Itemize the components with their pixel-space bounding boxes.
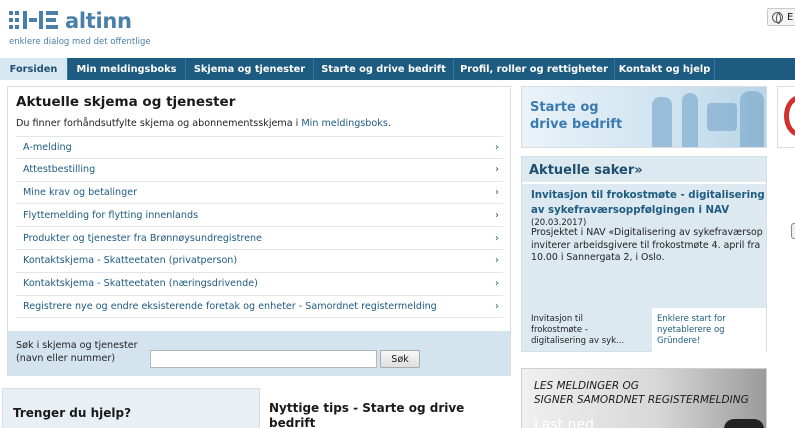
logo-text: altinn [65,9,132,33]
service-link-flyttemelding[interactable]: Flyttemelding for flytting innenlands › [16,204,503,228]
starte-bedrift-banner[interactable]: Starte og drive bedrift [521,86,767,148]
service-label: Kontaktskjema - Skatteetaten (privatpers… [23,255,238,267]
ad-script-text: Last ned [534,417,594,428]
red-ring-icon [784,95,795,137]
chair-icon [707,103,737,131]
nav-profil-roller-rettigheter[interactable]: Profil, roller og rettigheter [454,58,615,80]
partial-banner[interactable] [777,86,795,148]
tagline: enklere dialog med det offentlige [9,37,151,47]
chevron-right-icon: › [495,278,499,290]
service-link-samordnet[interactable]: Registrere nye og endre eksisterende for… [16,296,503,319]
language-selector[interactable]: E [767,8,795,26]
help-title: Trenger du hjelp? [13,406,132,420]
news-article-link[interactable]: Invitasjon til frokostmøte - digitaliser… [531,188,767,218]
service-label: A-melding [23,141,72,153]
service-link-kontakt-privat[interactable]: Kontaktskjema - Skatteetaten (privatpers… [16,250,503,273]
service-label: Mine krav og betalinger [23,186,138,198]
phone-icon [724,419,764,428]
service-search: Søk i skjema og tjenester (navn eller nu… [8,331,510,376]
chevron-right-icon: › [495,232,499,244]
news-body: Prosjektet i NAV «Digitalisering av syke… [531,227,763,264]
news-divider [522,182,766,184]
chevron-right-icon: › [495,300,499,312]
chevron-right-icon: › [495,186,499,198]
help-panel: Trenger du hjelp? [2,388,260,428]
news-panel: Aktuelle saker» Invitasjon til frokostmø… [521,156,767,352]
news-heading[interactable]: Aktuelle saker» [529,163,643,178]
service-label: Flyttemelding for flytting innenlands [23,209,199,221]
nav-skjema-og-tjenester[interactable]: Skjema og tjenester [186,58,314,80]
ad-text: LES MELDINGER OG SIGNER SAMORDNET REGIST… [534,380,749,406]
overlay-toggle-icon[interactable] [791,223,795,239]
person-figure-icon [682,93,698,147]
service-label: Produkter og tjenester fra Brønnøysundre… [23,232,262,244]
person-figure-icon [652,97,672,147]
altinn-logo-mark-icon [9,10,59,32]
min-meldingsboks-link[interactable]: Min meldingsboks [301,118,387,129]
service-link-attestbestilling[interactable]: Attestbestilling › [16,159,503,182]
altinn-logo[interactable]: altinn [9,9,132,33]
service-link-mine-krav[interactable]: Mine krav og betalinger › [16,182,503,205]
service-link-a-melding[interactable]: A-melding › [16,136,503,159]
news-teaser-card[interactable]: Enklere start for nyetablerere og Gründe… [652,308,767,352]
service-link-bronnoysund[interactable]: Produkter og tjenester fra Brønnøysundre… [16,227,503,250]
service-list: A-melding › Attestbestilling › Mine krav o… [16,136,503,319]
chevron-right-icon: › [495,209,499,221]
person-figure-icon [740,91,764,147]
tips-title: Nyttige tips - Starte og drive bedrift [269,401,465,428]
search-label-hint: (navn eller nummer) [16,353,116,364]
intro-text: Du finner forhåndsutfylte skjema og abon… [16,118,391,129]
service-label: Registrere nye og endre eksisterende for… [23,300,437,312]
intro-text-end: . [387,118,391,129]
search-input[interactable] [150,350,377,368]
banner-text: Starte og drive bedrift [530,100,623,132]
chevron-right-icon: › [495,255,499,267]
service-label: Attestbestilling [23,164,96,176]
intro-text-body: Du finner forhåndsutfylte skjema og abon… [16,118,302,129]
main-navigation: Forsiden Min meldingsboks Skjema og tjen… [0,58,795,80]
registermelding-ad[interactable]: LES MELDINGER OG SIGNER SAMORDNET REGIST… [521,368,767,428]
nav-forsiden[interactable]: Forsiden [0,58,68,80]
nav-kontakt-og-hjelp[interactable]: Kontakt og hjelp [615,58,715,80]
search-button[interactable]: Søk [380,350,420,368]
news-teaser-link[interactable]: Invitasjon til frokostmøte - digitaliser… [531,314,641,347]
page-title: Aktuelle skjema og tjenester [16,94,236,110]
globe-icon [772,11,783,24]
search-label: Søk i skjema og tjenester [16,340,138,351]
nav-starte-og-drive-bedrift[interactable]: Starte og drive bedrift [314,58,454,80]
chevron-right-icon: › [495,164,499,176]
news-teaser-label: Enklere start for nyetablerere og Gründe… [657,314,726,346]
service-label: Kontaktskjema - Skatteetaten (næringsdri… [23,278,258,290]
nav-min-meldingsboks[interactable]: Min meldingsboks [68,58,186,80]
services-panel: Aktuelle skjema og tjenester Du finner f… [7,86,511,376]
side-overlay-panel [766,217,795,352]
chevron-right-icon: › [495,141,499,153]
language-label: E [787,11,794,23]
service-link-kontakt-naering[interactable]: Kontaktskjema - Skatteetaten (næringsdri… [16,273,503,296]
